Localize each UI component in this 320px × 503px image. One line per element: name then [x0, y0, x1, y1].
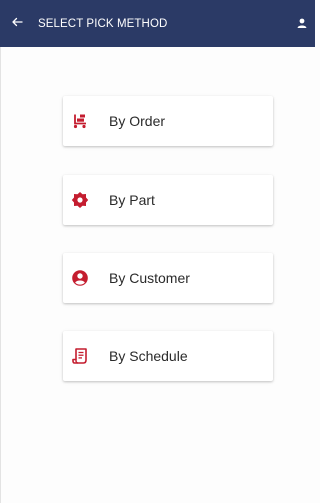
method-label: By Part: [109, 192, 155, 208]
person-icon: [297, 15, 307, 33]
cart-icon: [69, 110, 91, 132]
by-schedule-button[interactable]: By Schedule: [63, 331, 273, 381]
app-bar: SELECT PICK METHOD: [0, 0, 315, 47]
method-label: By Schedule: [109, 348, 188, 364]
by-customer-button[interactable]: By Customer: [63, 253, 273, 303]
method-label: By Order: [109, 113, 166, 129]
by-order-button[interactable]: By Order: [63, 96, 273, 146]
arrow-left-icon: [11, 15, 23, 33]
by-part-button[interactable]: By Part: [63, 175, 273, 225]
user-button[interactable]: [289, 0, 315, 47]
page-title: SELECT PICK METHOD: [38, 17, 168, 30]
page-left-border: [0, 0, 1, 503]
back-button[interactable]: [0, 0, 34, 47]
scroll-icon: [69, 345, 91, 367]
method-label: By Customer: [109, 270, 190, 286]
gear-icon: [69, 189, 91, 211]
account-circle-icon: [69, 267, 91, 289]
